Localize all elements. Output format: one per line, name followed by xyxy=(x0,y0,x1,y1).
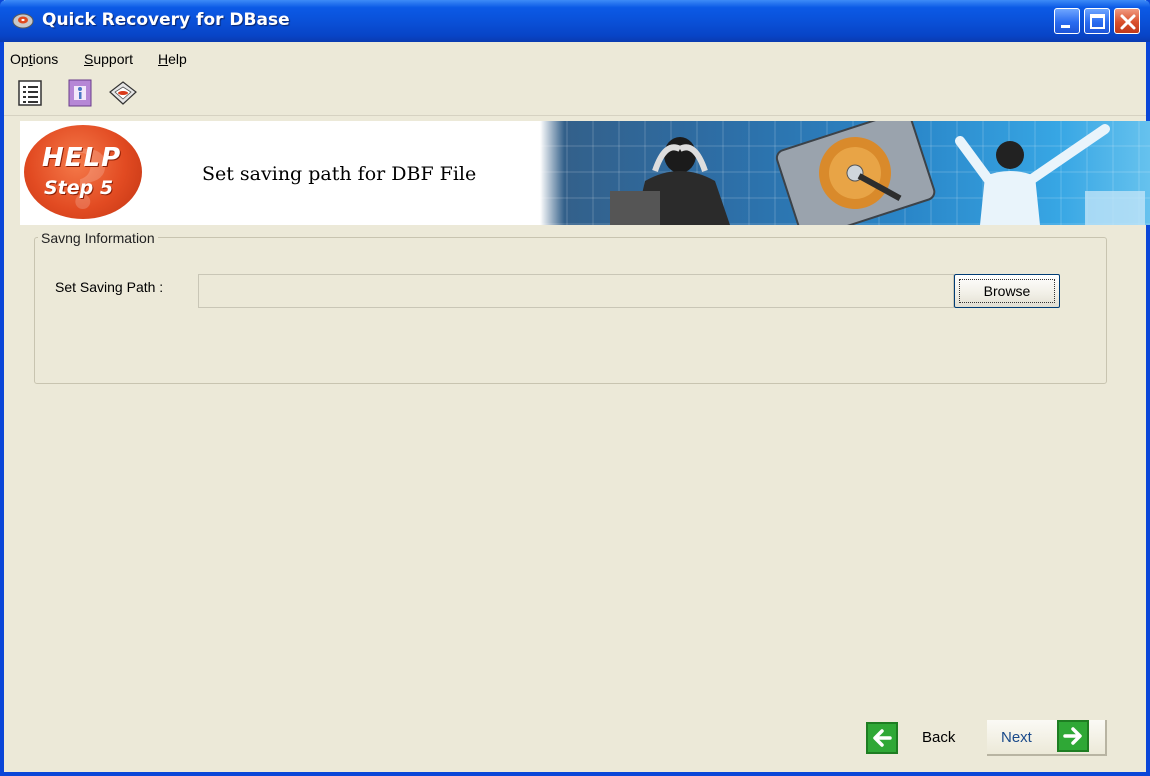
menu-help[interactable]: Help xyxy=(158,51,187,67)
next-label: Next xyxy=(1001,729,1032,746)
minimize-icon xyxy=(1061,25,1070,28)
menu-support[interactable]: Support xyxy=(84,51,133,67)
close-button[interactable] xyxy=(1114,8,1140,34)
back-button[interactable] xyxy=(866,722,898,754)
help-word: HELP xyxy=(42,143,122,173)
file-info-icon[interactable] xyxy=(66,78,96,108)
banner-illustration xyxy=(540,121,1150,225)
close-icon xyxy=(1120,14,1136,30)
disk-recovery-icon[interactable] xyxy=(108,78,138,108)
next-arrow-icon xyxy=(1063,727,1082,745)
saving-info-group xyxy=(34,237,1107,384)
saving-path-label: Set Saving Path : xyxy=(55,279,164,295)
maximize-icon xyxy=(1090,14,1105,29)
browse-label: Browse xyxy=(959,279,1055,303)
data-recovery-artwork xyxy=(610,121,1145,225)
next-arrow xyxy=(1057,720,1089,752)
minimize-button[interactable] xyxy=(1054,8,1080,34)
menu-options[interactable]: Options xyxy=(10,51,58,67)
back-label[interactable]: Back xyxy=(922,729,955,746)
app-window: Quick Recovery for DBase Options Support… xyxy=(0,0,1150,776)
step-number: Step 5 xyxy=(44,177,114,199)
menu-bar: Options Support Help xyxy=(4,42,1146,72)
browse-button[interactable]: Browse xyxy=(954,274,1060,308)
toolbar xyxy=(4,72,1146,116)
step-title: Set saving path for DBF File xyxy=(202,163,477,185)
step-banner: ? HELP Step 5 Set saving path for DBF Fi… xyxy=(20,121,1150,225)
window-title: Quick Recovery for DBase xyxy=(42,10,290,30)
back-arrow-icon xyxy=(873,729,892,747)
title-bar[interactable]: Quick Recovery for DBase xyxy=(0,0,1150,42)
next-button[interactable]: Next xyxy=(987,720,1107,756)
group-title: Savng Information xyxy=(38,230,158,246)
list-icon[interactable] xyxy=(16,78,46,108)
help-step-badge: ? HELP Step 5 xyxy=(24,125,142,225)
app-icon xyxy=(12,13,34,29)
saving-path-input[interactable] xyxy=(198,274,954,308)
maximize-button[interactable] xyxy=(1084,8,1110,34)
